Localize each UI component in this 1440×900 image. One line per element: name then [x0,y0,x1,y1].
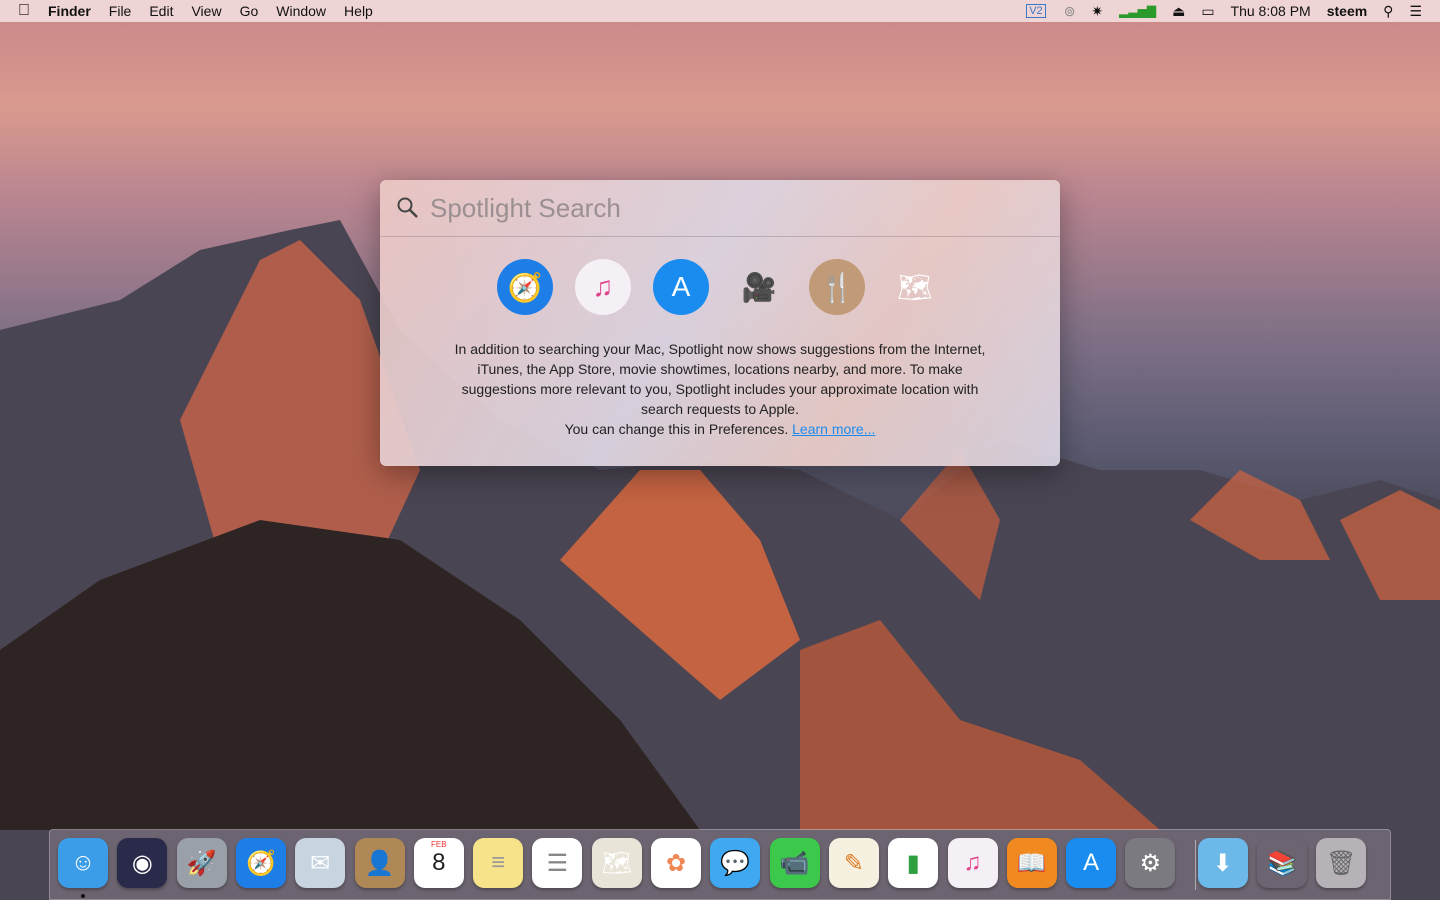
dock-launchpad[interactable]: 🚀 [176,838,227,888]
airplay-icon[interactable]: ⏏ [1164,3,1193,20]
menu-go[interactable]: Go [231,0,268,22]
safari-icon: 🧭 [245,849,276,877]
menu-file[interactable]: File [100,0,141,22]
photos-icon: ✿ [665,849,687,877]
launchpad-icon: 🚀 [186,849,217,877]
finder-icon: ☺ [70,849,96,876]
messages-icon: 💬 [720,849,751,877]
preferences-text: You can change this in Preferences. [564,421,789,437]
maps-icon: 🗺 [897,271,933,303]
dock-numbers[interactable]: ▮ [888,838,939,888]
dock-divider [1195,840,1196,890]
spotlight-search-input[interactable] [430,192,990,224]
dock-downloads[interactable]: ⬇ [1197,838,1248,888]
calendar-month-label: FEB [431,840,447,849]
siri-icon: ◉ [131,849,153,877]
app-store-icon: A [1083,849,1100,876]
menu-help[interactable]: Help [335,0,382,22]
dock-messages[interactable]: 💬 [710,838,761,888]
dock-itunes[interactable]: ♫ [947,838,998,888]
dock-finder[interactable]: ☺ [58,838,108,888]
maps-icon: 🗺 [601,849,632,877]
calendar-icon: 8 [432,849,446,876]
safari-icon: 🧭 [497,259,553,315]
dock: ☺ ◉ 🚀 🧭 ✉ 👤 FEB 8 ≡ ☰ 🗺 ✿ 💬 📹 ✎ ▮ ♫ 📖 A ⚙ ⬇ 📚 🗑 [49,829,1391,900]
spotlight-icon[interactable]: ⚲ [1375,3,1401,20]
dock-pages[interactable]: ✎ [828,838,879,888]
notes-icon: ≡ [491,849,506,876]
downloads-icon: ⬇ [1212,849,1233,877]
dock-safari[interactable]: 🧭 [235,838,286,888]
pages-icon: ✎ [843,849,864,877]
restaurant-icon: 🍴 [809,259,865,315]
dock-system-preferences[interactable]: ⚙ [1125,838,1176,888]
menu-window[interactable]: Window [267,0,335,22]
contacts-icon: 👤 [364,849,395,877]
facetime-icon: 📹 [779,849,810,877]
notification-center-icon[interactable]: ☰ [1401,3,1440,20]
suggestion-icons: 🧭 ♫ A 🎥 🍴 🗺 [380,259,1060,315]
battery-icon[interactable]: ▭ [1193,3,1222,20]
menu-finder[interactable]: Finder [39,0,100,22]
description-text: In addition to searching your Mac, Spotl… [454,341,986,417]
spotlight-description: In addition to searching your Mac, Spotl… [380,339,1060,439]
search-icon [397,197,418,218]
dock-siri[interactable]: ◉ [117,838,168,888]
numbers-icon: ▮ [906,849,920,877]
trash-icon: 🗑 [1326,849,1357,877]
learn-more-link[interactable]: Learn more... [792,421,875,437]
dock-maps[interactable]: 🗺 [591,838,642,888]
dock-mail[interactable]: ✉ [295,838,346,888]
reminders-icon: ☰ [546,849,569,877]
menu-view[interactable]: View [182,0,230,22]
app-store-icon: A [653,259,709,315]
user-name[interactable]: steem [1319,3,1375,19]
clock[interactable]: Thu 8:08 PM [1223,3,1319,19]
vpn-icon[interactable]: V2 [1026,4,1046,18]
signal-icon[interactable]: ▂▃▅▇ [1111,4,1164,18]
apple-menu-icon[interactable]:  [0,0,39,22]
menu-edit[interactable]: Edit [140,0,182,22]
avast-icon[interactable]: ✷ [1083,3,1111,20]
menu-bar:  Finder File Edit View Go Window Help V… [0,0,1440,22]
dock-contacts[interactable]: 👤 [354,838,405,888]
dock-reminders[interactable]: ☰ [532,838,583,888]
dock-ibooks[interactable]: 📖 [1006,838,1057,888]
dock-calibre[interactable]: 📚 [1257,838,1307,888]
spotlight-search-bar [380,180,1060,237]
running-indicator [81,894,85,898]
dock-trash[interactable]: 🗑 [1316,838,1367,888]
spotlight-panel: 🧭 ♫ A 🎥 🍴 🗺 In addition to searching your Mac… [380,180,1060,466]
dock-photos[interactable]: ✿ [651,838,701,888]
dock-facetime[interactable]: 📹 [769,838,820,888]
ibooks-icon: 📖 [1016,849,1047,877]
creative-cloud-icon[interactable]: ⊚ [1056,3,1084,20]
itunes-icon: ♫ [575,259,631,315]
mail-icon: ✉ [310,849,331,877]
dock-notes[interactable]: ≡ [473,838,524,888]
movie-camera-icon: 🎥 [741,271,777,303]
itunes-icon: ♫ [963,849,982,876]
dock-calendar[interactable]: FEB 8 [413,838,464,888]
system-preferences-icon: ⚙ [1139,849,1162,877]
dock-app-store[interactable]: A [1066,838,1117,888]
calibre-icon: 📚 [1267,849,1297,877]
